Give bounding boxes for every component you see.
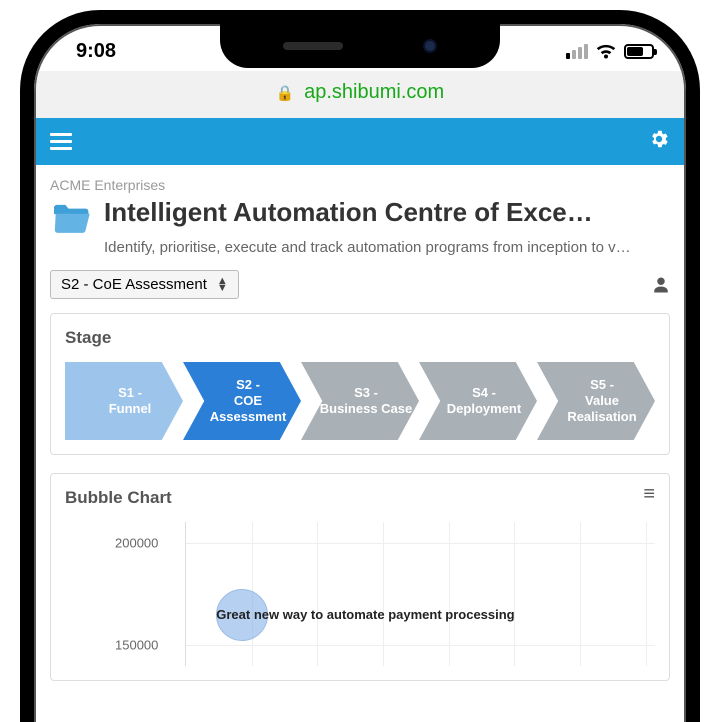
breadcrumb[interactable]: ACME Enterprises: [50, 177, 670, 193]
url-text: ap.shibumi.com: [304, 81, 444, 103]
page-title: Intelligent Automation Centre of Exce…: [104, 197, 670, 228]
select-arrows-icon: ▲▼: [217, 278, 228, 292]
stage-label: S2 -COE Assessment: [199, 377, 297, 426]
wifi-icon: [595, 44, 617, 60]
stage-label: S5 -Value Realisation: [553, 377, 651, 426]
stage-select[interactable]: S2 - CoE Assessment ▲▼: [50, 270, 239, 299]
stage-4[interactable]: S4 -Deployment: [419, 362, 537, 440]
clock: 9:08: [76, 40, 116, 63]
bubble-chart-panel: Bubble Chart ≡ 200000 150000 Great new way…: [50, 473, 670, 681]
battery-icon: [624, 44, 654, 59]
stage-3[interactable]: S3 -Business Case: [301, 362, 419, 440]
lock-icon: 🔒: [276, 85, 295, 102]
stage-2[interactable]: S2 -COE Assessment: [183, 362, 301, 440]
page-subtitle: Identify, prioritise, execute and track …: [104, 239, 670, 256]
chart-title: Bubble Chart: [65, 488, 172, 508]
y-tick: 200000: [115, 535, 158, 550]
stage-label: S3 -Business Case: [320, 385, 413, 418]
stage-panel: Stage S1 -Funnel S2 -COE Assessment S3 -Bu…: [50, 313, 670, 455]
stage-label: S1 -Funnel: [109, 385, 152, 418]
settings-button[interactable]: [648, 128, 670, 155]
stage-label: S4 -Deployment: [447, 385, 521, 418]
bubble-label: Great new way to automate payment proces…: [216, 607, 514, 622]
phone-notch: [220, 24, 500, 68]
folder-open-icon: [50, 201, 92, 235]
stage-select-value: S2 - CoE Assessment: [61, 276, 207, 293]
chart-area[interactable]: 200000 150000 Great new way to automate pa…: [115, 516, 655, 666]
user-icon[interactable]: [652, 276, 670, 294]
stage-5[interactable]: S5 -Value Realisation: [537, 362, 655, 440]
chart-menu-button[interactable]: ≡: [643, 488, 655, 500]
app-header: [36, 118, 684, 165]
menu-button[interactable]: [50, 133, 72, 150]
cellular-signal-icon: [566, 44, 588, 59]
gear-icon: [648, 128, 670, 150]
stage-panel-title: Stage: [65, 328, 655, 348]
stage-1[interactable]: S1 -Funnel: [65, 362, 183, 440]
browser-url-bar[interactable]: 🔒 ap.shibumi.com: [36, 71, 684, 118]
y-tick: 150000: [115, 638, 158, 653]
